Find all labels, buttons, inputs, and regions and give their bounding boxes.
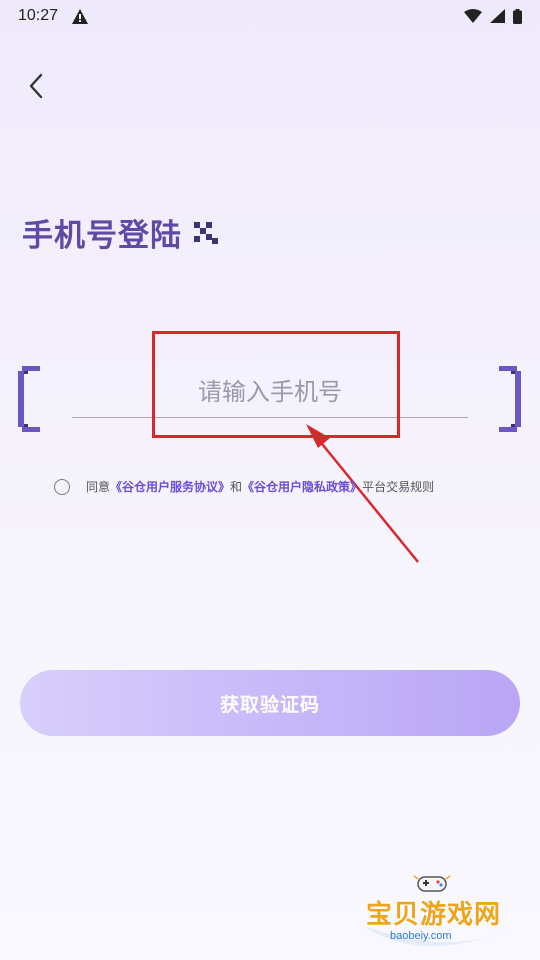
agreement-connector: 和 (230, 480, 243, 494)
phone-input-container (72, 360, 468, 418)
agreement-suffix: 平台交易规则 (362, 480, 435, 494)
agreement-prefix: 同意 (86, 480, 111, 494)
watermark-brand: 宝贝游戏网 (366, 900, 502, 930)
page-title-row: 手机号登陆 (22, 210, 218, 255)
agreement-row: 同意《谷仓用户服务协议》和《谷仓用户隐私政策》平台交易规则 (54, 478, 434, 495)
back-button[interactable] (18, 66, 54, 106)
service-agreement-link[interactable]: 《谷仓用户服务协议》 (110, 480, 230, 494)
watermark: 宝贝游戏网 baobeiy.com (360, 872, 520, 960)
warning-icon (72, 8, 89, 24)
pixel-decoration-icon (194, 221, 218, 244)
page-title: 手机号登陆 (22, 218, 182, 254)
signal-icon (490, 9, 505, 23)
agreement-text: 同意《谷仓用户服务协议》和《谷仓用户隐私政策》平台交易规则 (86, 478, 434, 495)
left-bracket-decoration (18, 366, 40, 432)
game-controller-icon (413, 875, 451, 892)
privacy-policy-link[interactable]: 《谷仓用户隐私政策》 (242, 480, 362, 494)
status-time: 10:27 (18, 7, 59, 24)
get-verification-code-button[interactable]: 获取验证码 (20, 670, 520, 736)
agreement-checkbox[interactable] (54, 478, 70, 495)
wifi-icon (464, 9, 482, 23)
battery-icon (513, 8, 522, 24)
chevron-left-icon (29, 73, 43, 99)
status-bar: 10:27 (0, 0, 540, 32)
right-bracket-decoration (499, 366, 521, 432)
phone-input[interactable] (72, 360, 468, 417)
status-icons (464, 8, 522, 24)
watermark-url: baobeiy.com (390, 930, 452, 942)
